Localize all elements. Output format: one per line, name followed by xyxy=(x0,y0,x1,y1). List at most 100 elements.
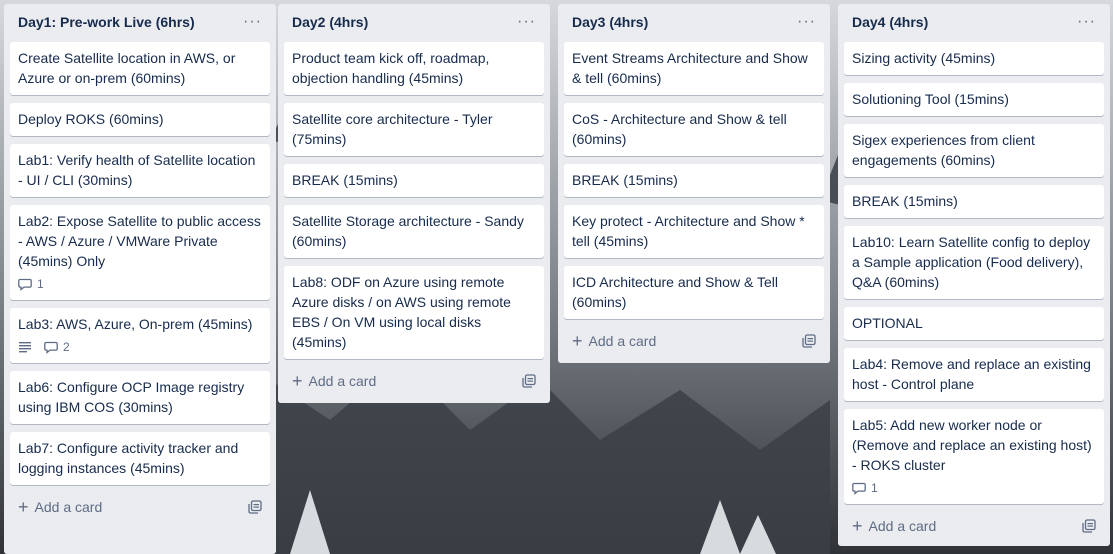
add-card-label: Add a card xyxy=(588,333,657,349)
card-title: Sigex experiences from client engagement… xyxy=(852,132,1035,168)
list-title[interactable]: Day3 (4hrs) xyxy=(572,14,648,30)
add-card-label: Add a card xyxy=(308,373,377,389)
card[interactable]: Satellite Storage architecture - Sandy (… xyxy=(284,205,544,258)
plus-icon: + xyxy=(292,371,303,391)
card[interactable]: Lab10: Learn Satellite config to deploy … xyxy=(844,226,1104,299)
card[interactable]: OPTIONAL xyxy=(844,307,1104,340)
add-card-button[interactable]: + Add a card xyxy=(572,332,656,350)
plus-icon: + xyxy=(572,331,583,351)
more-horizontal-icon[interactable]: ··· xyxy=(239,14,266,30)
comment-icon xyxy=(852,482,866,495)
card[interactable]: Key protect - Architecture and Show * te… xyxy=(564,205,824,258)
card[interactable]: BREAK (15mins) xyxy=(564,164,824,197)
card-title: Event Streams Architecture and Show & te… xyxy=(572,50,808,86)
more-horizontal-icon[interactable]: ··· xyxy=(1073,14,1100,30)
add-card-label: Add a card xyxy=(34,499,103,515)
add-card-button[interactable]: + Add a card xyxy=(292,372,376,390)
card-title: CoS - Architecture and Show & tell (60mi… xyxy=(572,111,787,147)
list-header: Day3 (4hrs) ··· xyxy=(564,4,824,40)
card-title: Lab1: Verify health of Satellite locatio… xyxy=(18,152,256,188)
card[interactable]: Lab5: Add new worker node or (Remove and… xyxy=(844,409,1104,504)
comments-badge: 1 xyxy=(852,478,878,498)
list-title[interactable]: Day1: Pre-work Live (6hrs) xyxy=(18,14,195,30)
list-footer: + Add a card xyxy=(284,367,544,395)
card-title: OPTIONAL xyxy=(852,315,923,331)
comments-badge: 1 xyxy=(18,274,44,294)
comment-count: 2 xyxy=(63,340,70,354)
list-header: Day4 (4hrs) ··· xyxy=(844,4,1104,40)
card[interactable]: Sigex experiences from client engagement… xyxy=(844,124,1104,177)
card-title: Satellite Storage architecture - Sandy (… xyxy=(292,213,524,249)
card[interactable]: Create Satellite location in AWS, or Azu… xyxy=(10,42,270,95)
comment-icon xyxy=(44,341,58,354)
add-card-button[interactable]: + Add a card xyxy=(18,498,102,516)
list-header: Day2 (4hrs) ··· xyxy=(284,4,544,40)
list-day3: Day3 (4hrs) ··· Event Streams Architectu… xyxy=(558,4,830,363)
card[interactable]: Satellite core architecture - Tyler (75m… xyxy=(284,103,544,156)
card-template-icon[interactable] xyxy=(802,334,816,348)
card[interactable]: Solutioning Tool (15mins) xyxy=(844,83,1104,116)
card-title: Satellite core architecture - Tyler (75m… xyxy=(292,111,493,147)
card-title: Lab8: ODF on Azure using remote Azure di… xyxy=(292,274,511,350)
card-title: BREAK (15mins) xyxy=(852,193,958,209)
list-footer: + Add a card xyxy=(844,512,1104,540)
add-card-label: Add a card xyxy=(868,518,937,534)
card[interactable]: Lab2: Expose Satellite to public access … xyxy=(10,205,270,300)
list-header: Day1: Pre-work Live (6hrs) ··· xyxy=(10,4,270,40)
card[interactable]: Product team kick off, roadmap, objectio… xyxy=(284,42,544,95)
card-badges: 1 xyxy=(18,275,262,293)
card[interactable]: BREAK (15mins) xyxy=(284,164,544,197)
more-horizontal-icon[interactable]: ··· xyxy=(793,14,820,30)
card-title: Lab6: Configure OCP Image registry using… xyxy=(18,379,245,415)
card-title: BREAK (15mins) xyxy=(292,172,398,188)
card-title: Key protect - Architecture and Show * te… xyxy=(572,213,805,249)
comment-count: 1 xyxy=(37,277,44,291)
card-title: Product team kick off, roadmap, objectio… xyxy=(292,50,490,86)
card-title: Lab2: Expose Satellite to public access … xyxy=(18,213,261,269)
card-title: BREAK (15mins) xyxy=(572,172,678,188)
list-title[interactable]: Day2 (4hrs) xyxy=(292,14,368,30)
card[interactable]: CoS - Architecture and Show & tell (60mi… xyxy=(564,103,824,156)
card[interactable]: Event Streams Architecture and Show & te… xyxy=(564,42,824,95)
plus-icon: + xyxy=(852,516,863,536)
plus-icon: + xyxy=(18,497,29,517)
list-title[interactable]: Day4 (4hrs) xyxy=(852,14,928,30)
card-title: Lab5: Add new worker node or (Remove and… xyxy=(852,417,1092,473)
card-template-icon[interactable] xyxy=(522,374,536,388)
list-day2: Day2 (4hrs) ··· Product team kick off, r… xyxy=(278,4,550,403)
list-footer: + Add a card xyxy=(10,493,270,521)
card[interactable]: Lab7: Configure activity tracker and log… xyxy=(10,432,270,485)
card-title: Lab10: Learn Satellite config to deploy … xyxy=(852,234,1091,290)
more-horizontal-icon[interactable]: ··· xyxy=(513,14,540,30)
card[interactable]: Sizing activity (45mins) xyxy=(844,42,1104,75)
board: Day1: Pre-work Live (6hrs) ··· Create Sa… xyxy=(0,0,1113,554)
card-badges: 2 xyxy=(18,338,262,356)
comment-icon xyxy=(18,278,32,291)
card[interactable]: Lab8: ODF on Azure using remote Azure di… xyxy=(284,266,544,359)
card-title: Deploy ROKS (60mins) xyxy=(18,111,164,127)
card[interactable]: Lab4: Remove and replace an existing hos… xyxy=(844,348,1104,401)
card-template-icon[interactable] xyxy=(248,500,262,514)
card[interactable]: BREAK (15mins) xyxy=(844,185,1104,218)
comments-badge: 2 xyxy=(44,337,70,357)
description-badge xyxy=(18,341,32,353)
description-icon xyxy=(19,342,31,353)
card[interactable]: Lab3: AWS, Azure, On-prem (45mins) 2 xyxy=(10,308,270,363)
list-footer: + Add a card xyxy=(564,327,824,355)
card[interactable]: Lab6: Configure OCP Image registry using… xyxy=(10,371,270,424)
comment-count: 1 xyxy=(871,481,878,495)
list-day4: Day4 (4hrs) ··· Sizing activity (45mins)… xyxy=(838,4,1110,546)
card-title: ICD Architecture and Show & Tell (60mins… xyxy=(572,274,778,310)
card[interactable]: ICD Architecture and Show & Tell (60mins… xyxy=(564,266,824,319)
card-title: Create Satellite location in AWS, or Azu… xyxy=(18,50,236,86)
card-title: Lab7: Configure activity tracker and log… xyxy=(18,440,239,476)
card-template-icon[interactable] xyxy=(1082,519,1096,533)
add-card-button[interactable]: + Add a card xyxy=(852,517,936,535)
card[interactable]: Lab1: Verify health of Satellite locatio… xyxy=(10,144,270,197)
card-title: Lab3: AWS, Azure, On-prem (45mins) xyxy=(18,316,253,332)
card-badges: 1 xyxy=(852,479,1096,497)
card[interactable]: Deploy ROKS (60mins) xyxy=(10,103,270,136)
card-title: Lab4: Remove and replace an existing hos… xyxy=(852,356,1091,392)
card-title: Sizing activity (45mins) xyxy=(852,50,996,66)
list-day1: Day1: Pre-work Live (6hrs) ··· Create Sa… xyxy=(4,4,276,554)
